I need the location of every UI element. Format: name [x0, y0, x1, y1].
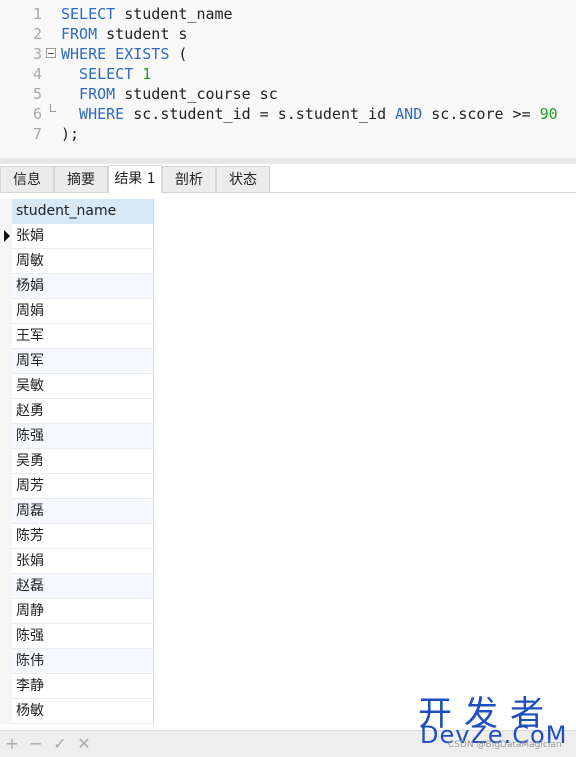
sql-keyword: WHERE [61, 105, 125, 123]
sql-keyword: WHERE EXISTS [61, 45, 170, 63]
table-row[interactable]: 周磊 [12, 499, 154, 524]
sql-editor[interactable]: 1 SELECT student_name 2 FROM student s 3 WHER… [0, 0, 576, 160]
sql-text: student s [97, 25, 188, 43]
line-number: 3 [32, 45, 42, 63]
code-line[interactable]: 7); [0, 124, 576, 144]
table-row[interactable]: 周军 [12, 349, 154, 374]
code-line[interactable]: 5 FROM student_course sc [0, 84, 576, 104]
sql-keyword: SELECT [61, 65, 134, 83]
sql-text: ); [61, 125, 80, 143]
sql-keyword: AND [395, 105, 423, 123]
code-line[interactable]: 1 SELECT student_name [0, 4, 576, 24]
table-row[interactable]: 周娟 [12, 299, 154, 324]
tab-1[interactable]: 信息 [0, 166, 54, 192]
code-line[interactable]: 3 WHERE EXISTS ( [0, 44, 576, 64]
table-row[interactable]: 吴敏 [12, 374, 154, 399]
delete-row-icon[interactable]: − [27, 735, 45, 753]
sql-text: student_name [115, 5, 233, 23]
fold-toggle-icon[interactable] [46, 48, 56, 58]
table-row[interactable]: 陈芳 [12, 524, 154, 549]
table-row[interactable]: 陈强 [12, 624, 154, 649]
sql-keyword: SELECT [61, 5, 116, 23]
tab-5[interactable]: 状态 [216, 166, 270, 192]
app-window: 1 SELECT student_name 2 FROM student s 3 WHER… [0, 0, 576, 757]
code-text: FROM student s [61, 24, 187, 44]
current-row-pointer-icon [4, 230, 10, 242]
table-row[interactable]: 陈强 [12, 424, 154, 449]
code-text: FROM student_course sc [61, 84, 278, 104]
cancel-icon[interactable]: ✕ [75, 735, 93, 753]
table-row[interactable]: 张娟 [12, 549, 154, 574]
table-row[interactable]: 陈伟 [12, 649, 154, 674]
table-row[interactable]: 赵勇 [12, 399, 154, 424]
code-text: ); [61, 124, 79, 144]
code-line[interactable]: 4 SELECT 1 [0, 64, 576, 84]
code-text: SELECT 1 [61, 64, 151, 84]
sql-text: student_course sc [115, 85, 278, 103]
tab-4[interactable]: 剖析 [162, 166, 216, 192]
apply-icon[interactable]: ✓ [51, 735, 69, 753]
sql-text: sc.student_id = s.student_id [124, 105, 396, 123]
table-row[interactable]: 杨敏 [12, 699, 154, 724]
table-row[interactable]: 王军 [12, 324, 154, 349]
line-number: 1 [32, 5, 42, 23]
line-number: 7 [32, 125, 42, 143]
watermark-credit: CSDN @BigDataMagician [448, 740, 562, 750]
table-row[interactable]: 杨娟 [12, 274, 154, 299]
table-row[interactable]: 赵磊 [12, 574, 154, 599]
code-line[interactable]: 2 FROM student s [0, 24, 576, 44]
line-number: 5 [32, 85, 42, 103]
fold-end-marker [50, 104, 56, 112]
line-number: 4 [32, 65, 42, 83]
table-row[interactable]: 张娟 [12, 224, 154, 249]
tab-3[interactable]: 结果 1 [108, 165, 162, 193]
add-row-icon[interactable]: + [3, 735, 21, 753]
tab-2[interactable]: 摘要 [54, 166, 108, 192]
line-number: 6 [32, 105, 42, 123]
sql-text: ( [169, 45, 188, 63]
line-number: 2 [32, 25, 42, 43]
sql-number: 1 [142, 65, 152, 83]
sql-keyword: FROM [61, 25, 98, 43]
result-tabs: 信息 摘要 结果 1 剖析 状态 [0, 164, 576, 193]
table-row[interactable]: 周敏 [12, 249, 154, 274]
table-row[interactable]: 周静 [12, 599, 154, 624]
sql-text: sc.score >= [422, 105, 540, 123]
code-text: WHERE EXISTS ( [61, 44, 187, 64]
table-row[interactable]: 李静 [12, 674, 154, 699]
table-row[interactable]: 吴勇 [12, 449, 154, 474]
code-line[interactable]: 6 WHERE sc.student_id = s.student_id AND… [0, 104, 576, 124]
column-header-student-name[interactable]: student_name [12, 199, 154, 224]
code-text: WHERE sc.student_id = s.student_id AND s… [61, 104, 558, 124]
sql-keyword: FROM [61, 85, 116, 103]
code-text: SELECT student_name [61, 4, 233, 24]
table-row[interactable]: 周芳 [12, 474, 154, 499]
sql-number: 90 [539, 105, 558, 123]
